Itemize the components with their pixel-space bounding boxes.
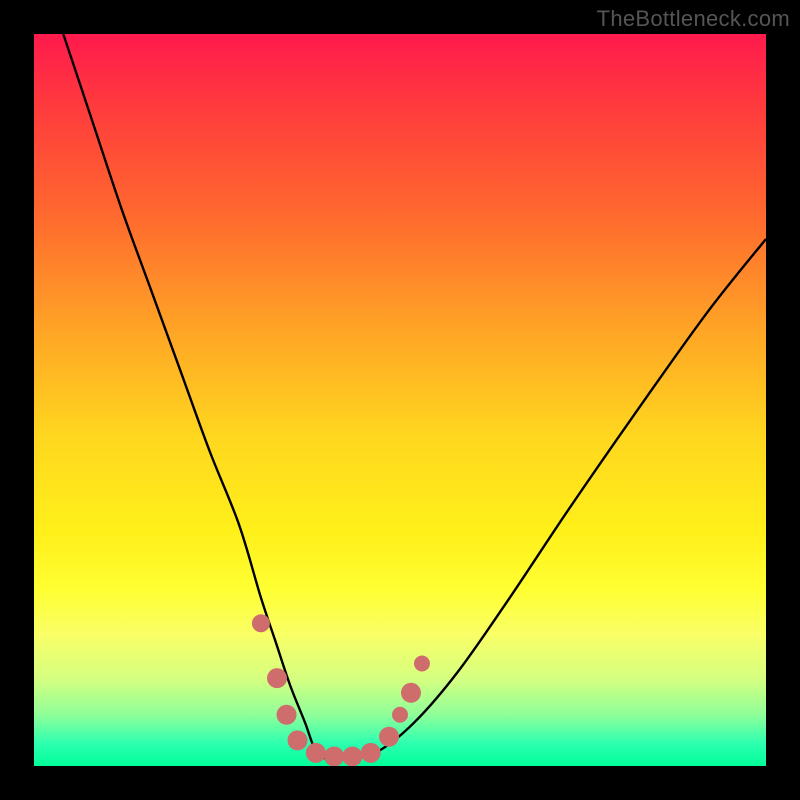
curve-marker (414, 656, 430, 672)
watermark-text: TheBottleneck.com (597, 6, 790, 32)
curve-marker (379, 727, 399, 747)
curve-marker (401, 683, 421, 703)
plot-area (34, 34, 766, 766)
curve-marker (288, 730, 308, 750)
curve-marker (392, 707, 408, 723)
curve-marker (267, 668, 287, 688)
curve-marker (277, 705, 297, 725)
bottleneck-curve-svg (34, 34, 766, 766)
bottleneck-curve (63, 34, 766, 760)
curve-marker (342, 746, 362, 766)
curve-markers (252, 614, 430, 766)
curve-marker (361, 743, 381, 763)
chart-frame: TheBottleneck.com (0, 0, 800, 800)
curve-marker (324, 746, 344, 766)
curve-marker (306, 743, 326, 763)
curve-marker (252, 614, 270, 632)
